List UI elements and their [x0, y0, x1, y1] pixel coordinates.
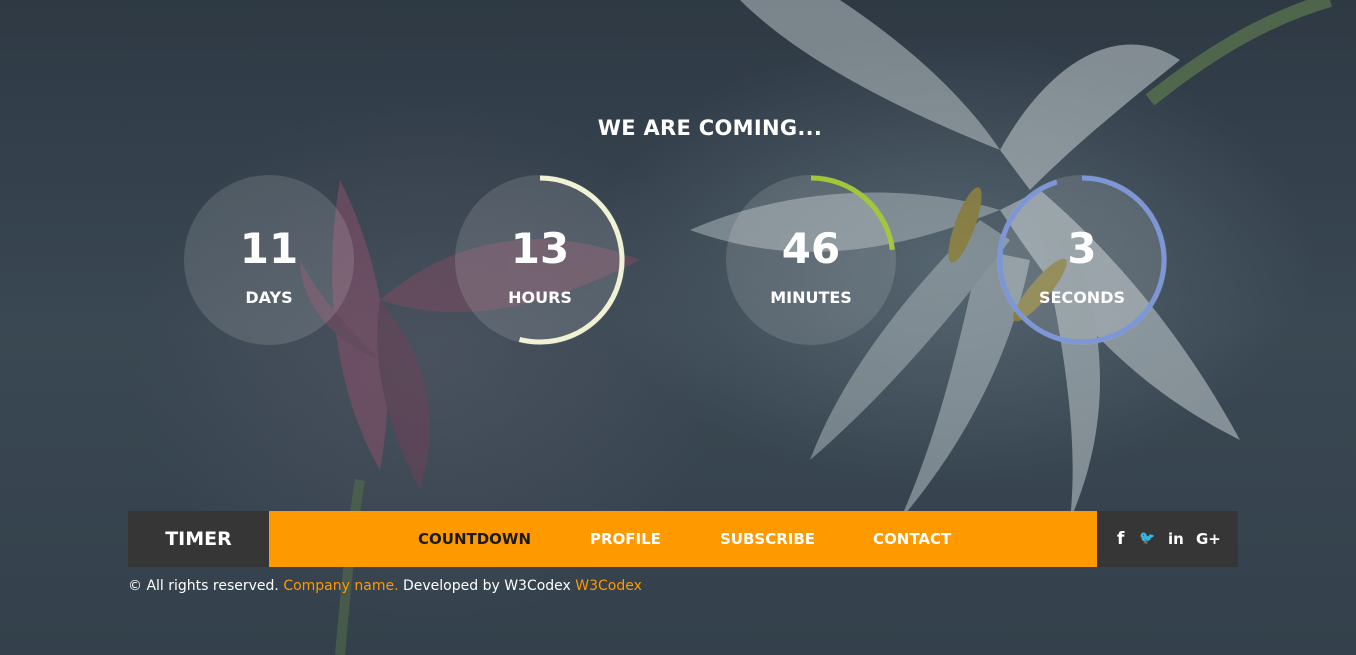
footer-credits: © All rights reserved. Company name. Dev… [128, 578, 642, 594]
main-navbar: TIMER COUNTDOWN PROFILE SUBSCRIBE CONTAC… [128, 511, 1238, 567]
google-plus-icon[interactable]: G+ [1196, 511, 1221, 567]
days-value: 11 [239, 224, 299, 273]
days-label: DAYS [245, 288, 293, 307]
minutes-value: 46 [781, 224, 841, 273]
hours-value: 13 [510, 224, 570, 273]
company-link[interactable]: Company name. [283, 578, 398, 594]
social-links: f 🐦 in G+ [1097, 511, 1238, 567]
days-timer: 11 DAYS [184, 175, 354, 345]
footer-text: All rights reserved. [142, 578, 284, 594]
seconds-timer: 3 SECONDS [997, 175, 1167, 345]
linkedin-icon[interactable]: in [1168, 511, 1184, 567]
seconds-value: 3 [1067, 224, 1097, 273]
developer-link[interactable]: W3Codex [575, 578, 642, 594]
hours-timer: 13 HOURS [455, 175, 625, 345]
brand-logo[interactable]: TIMER [128, 511, 269, 567]
nav-item-subscribe[interactable]: SUBSCRIBE [720, 511, 815, 567]
page-title: WE ARE COMING... [597, 116, 823, 140]
nav-item-contact[interactable]: CONTACT [873, 511, 951, 567]
seconds-label: SECONDS [1039, 288, 1125, 307]
copyright-icon: © [128, 578, 142, 594]
nav-item-countdown[interactable]: COUNTDOWN [418, 511, 531, 567]
footer-developed-text: Developed by W3Codex [398, 578, 576, 594]
twitter-icon[interactable]: 🐦 [1139, 511, 1155, 567]
minutes-timer: 46 MINUTES [726, 175, 896, 345]
minutes-label: MINUTES [770, 288, 852, 307]
facebook-icon[interactable]: f [1117, 511, 1124, 567]
nav-item-profile[interactable]: PROFILE [590, 511, 661, 567]
hours-label: HOURS [508, 288, 572, 307]
countdown-page: WE ARE COMING... 11 DAYS 13 HOURS 46 MIN… [0, 0, 1356, 655]
